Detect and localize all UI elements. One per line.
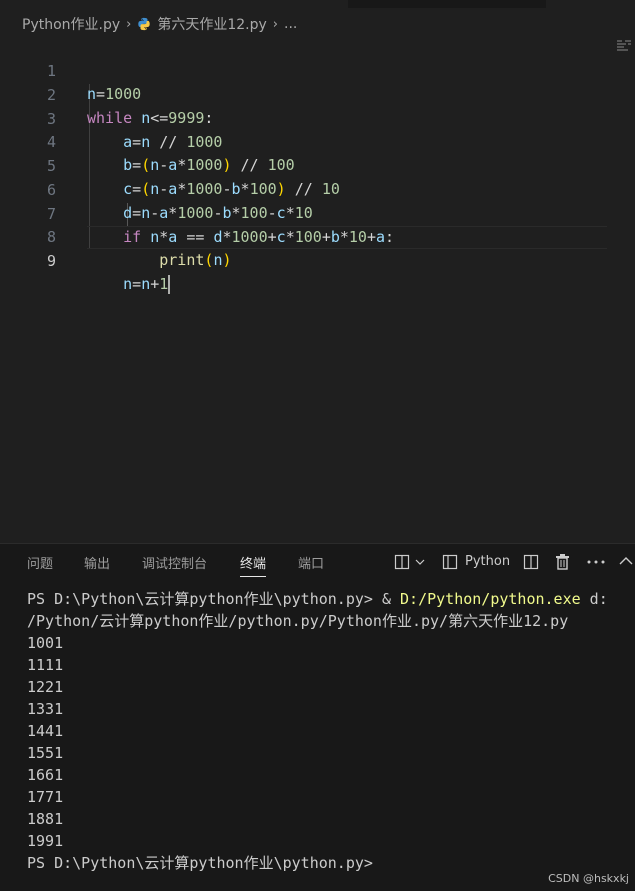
terminal-output-line: 1991	[27, 832, 64, 850]
text-caret	[168, 275, 171, 295]
terminal-output-line: 1331	[27, 700, 64, 718]
code-line: 7 if n*a == d*1000+c*100+b*10+a:	[0, 179, 635, 247]
more-actions-icon[interactable]	[587, 560, 605, 564]
breadcrumb: Python作业.py › 第六天作业12.py › ...	[0, 12, 635, 36]
code-line: 1 n=1000	[0, 36, 635, 104]
code-editor[interactable]: 1 n=1000 2 while n<=9999: 3 a=n // 1000 …	[0, 36, 635, 536]
code-line: 2 while n<=9999:	[0, 60, 635, 128]
chevron-right-icon: ›	[272, 16, 278, 32]
terminal-output-line: 1441	[27, 722, 64, 740]
code-line: 4 b=(n-a*1000) // 100	[0, 107, 635, 175]
terminal-output-line: 1661	[27, 766, 64, 784]
terminal-output-line: 1001	[27, 634, 64, 652]
terminal-output-line: 1771	[27, 788, 64, 806]
terminal-output-line: 1111	[27, 656, 64, 674]
code-line: 6 d=n-a*1000-b*100-c*10	[0, 155, 635, 223]
code-line: 5 c=(n-a*1000-b*100) // 10	[0, 131, 635, 199]
new-terminal-icon[interactable]	[394, 554, 410, 570]
terminal-output-line: 1221	[27, 678, 64, 696]
tab-output[interactable]: 输出	[84, 553, 110, 572]
terminal-split-icon[interactable]	[442, 554, 458, 570]
breadcrumb-file[interactable]: 第六天作业12.py	[157, 14, 266, 34]
line-number: 9	[46, 251, 56, 270]
chevron-up-icon[interactable]	[619, 556, 633, 565]
terminal-prompt: PS D:\Python\云计算python作业\python.py>	[27, 854, 373, 872]
breadcrumb-folder[interactable]: Python作业.py	[22, 14, 120, 34]
split-terminal-icon[interactable]	[523, 554, 539, 570]
code-line: 3 a=n // 1000	[0, 84, 635, 152]
terminal-exe-path: D:/Python/python.exe	[400, 590, 581, 608]
python-file-icon	[138, 17, 151, 31]
terminal-cmd-line2: /Python/云计算python作业/python.py/Python作业.p…	[27, 612, 569, 630]
tab-terminal[interactable]: 终端	[240, 553, 267, 577]
terminal-output[interactable]: PS D:\Python\云计算python作业\python.py> & D:…	[27, 588, 627, 874]
trash-icon[interactable]	[555, 553, 570, 570]
terminal-cmd-rest: d:	[580, 590, 608, 608]
terminal-amp: &	[381, 590, 401, 608]
chevron-down-icon[interactable]	[415, 558, 425, 566]
terminal-output-line: 1551	[27, 744, 64, 762]
tab-debug-console[interactable]: 调试控制台	[142, 553, 207, 572]
terminal-output-line: 1881	[27, 810, 64, 828]
terminal-prompt: PS D:\Python\云计算python作业\python.py>	[27, 590, 382, 608]
tab-problems[interactable]: 问题	[27, 553, 53, 572]
code-line: 9 n=n+1	[0, 226, 635, 295]
watermark: CSDN @hskxkj	[548, 872, 629, 885]
code-line: 8 print(n)	[0, 202, 635, 270]
editor-tab-strip	[0, 0, 635, 8]
breadcrumb-more[interactable]: ...	[284, 16, 297, 32]
chevron-right-icon: ›	[126, 16, 132, 32]
tab-ports[interactable]: 端口	[298, 553, 324, 572]
panel-tab-bar: 问题 输出 调试控制台 终端 端口 Python	[0, 544, 635, 580]
terminal-profile-label[interactable]: Python	[465, 554, 510, 569]
bottom-panel: 问题 输出 调试控制台 终端 端口 Python PS D:\Python\云计…	[0, 543, 635, 891]
